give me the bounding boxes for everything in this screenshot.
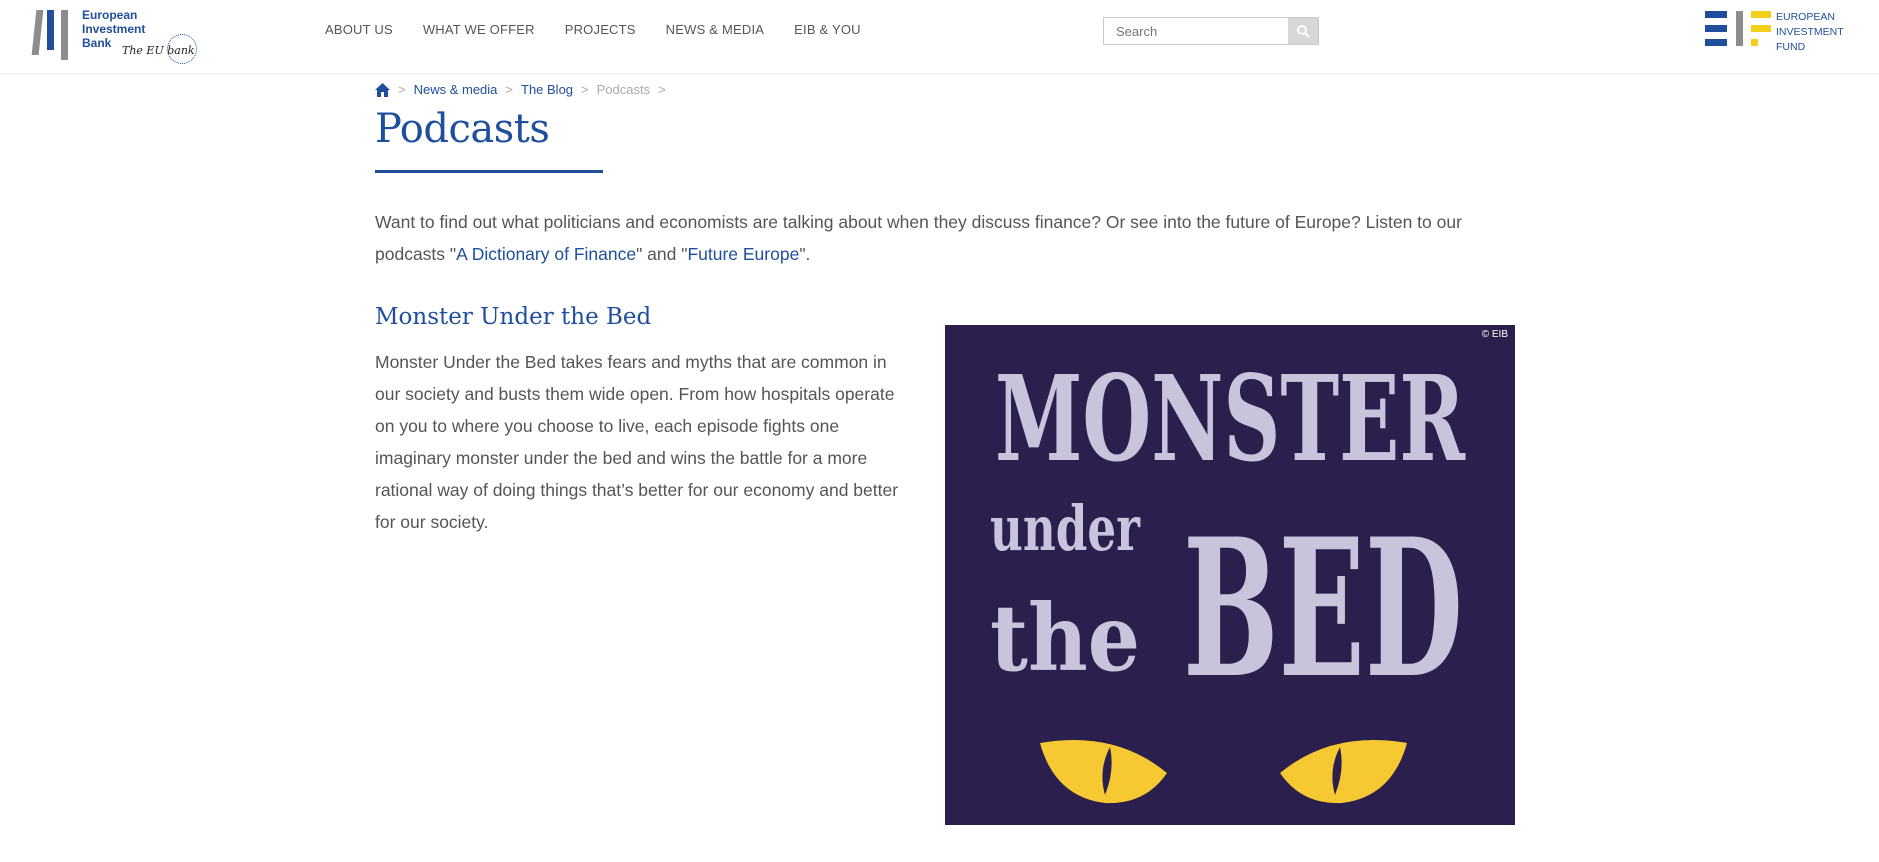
eib-logo-bars-icon	[30, 6, 74, 60]
nav-news-media[interactable]: NEWS & MEDIA	[666, 22, 764, 37]
home-icon[interactable]	[375, 82, 390, 97]
logo-line: Investment	[82, 22, 146, 36]
cover-text-monster: MONSTER	[995, 349, 1466, 488]
intro-text: " and "	[636, 244, 688, 264]
breadcrumb-separator: >	[505, 82, 513, 97]
link-dictionary-of-finance[interactable]: A Dictionary of Finance	[456, 244, 636, 264]
intro-text: ".	[799, 244, 811, 264]
logo-bar	[61, 10, 68, 60]
logo-line: European	[82, 8, 138, 22]
nav-what-we-offer[interactable]: WHAT WE OFFER	[423, 22, 535, 37]
podcast-title[interactable]: Monster Under the Bed	[375, 304, 651, 330]
breadcrumb-news-media[interactable]: News & media	[414, 82, 498, 97]
cover-text-bed: BED	[1183, 497, 1463, 720]
breadcrumb-current: Podcasts	[596, 82, 651, 97]
eib-logo[interactable]: European Investment Bank The EU bank	[30, 6, 200, 66]
nav-eib-and-you[interactable]: EIB & YOU	[794, 22, 861, 37]
eif-logo-text: EUROPEAN INVESTMENT FUND	[1776, 10, 1844, 55]
cover-text-the: the	[990, 584, 1140, 692]
breadcrumb-separator: >	[398, 82, 406, 97]
search-icon	[1297, 25, 1310, 38]
logo-bar	[47, 10, 54, 50]
main-nav: ABOUT US WHAT WE OFFER PROJECTS NEWS & M…	[325, 22, 861, 37]
breadcrumb: > News & media > The Blog > Podcasts >	[375, 82, 668, 97]
breadcrumb-the-blog[interactable]: The Blog	[521, 82, 573, 97]
eib-slogan: The EU bank	[122, 44, 195, 57]
eif-line: EUROPEAN	[1776, 11, 1835, 23]
eif-logo[interactable]: EUROPEAN INVESTMENT FUND	[1705, 8, 1855, 58]
breadcrumb-separator: >	[658, 82, 666, 97]
page-title: Podcasts	[375, 106, 550, 152]
breadcrumb-separator: >	[581, 82, 589, 97]
logo-bar	[31, 10, 44, 55]
intro-paragraph: Want to find out what politicians and ec…	[375, 206, 1515, 270]
link-future-europe[interactable]: Future Europe	[687, 244, 799, 264]
podcast-cover-image[interactable]: MONSTER under the BED © EIB	[945, 325, 1515, 825]
search-input[interactable]	[1104, 18, 1288, 44]
nav-about-us[interactable]: ABOUT US	[325, 22, 393, 37]
image-credit: © EIB	[1481, 329, 1508, 340]
search-box	[1103, 17, 1319, 45]
site-header: European Investment Bank The EU bank ABO…	[0, 0, 1879, 74]
eif-logo-icon	[1705, 11, 1771, 46]
eif-line: INVESTMENT	[1776, 26, 1844, 38]
eif-line: FUND	[1776, 41, 1806, 53]
monster-under-the-bed-artwork: MONSTER under the BED	[945, 325, 1515, 825]
podcast-description: Monster Under the Bed takes fears and my…	[375, 352, 899, 532]
nav-projects[interactable]: PROJECTS	[565, 22, 636, 37]
title-underline	[375, 170, 603, 173]
cover-text-under: under	[990, 492, 1141, 565]
search-button[interactable]	[1288, 18, 1318, 44]
